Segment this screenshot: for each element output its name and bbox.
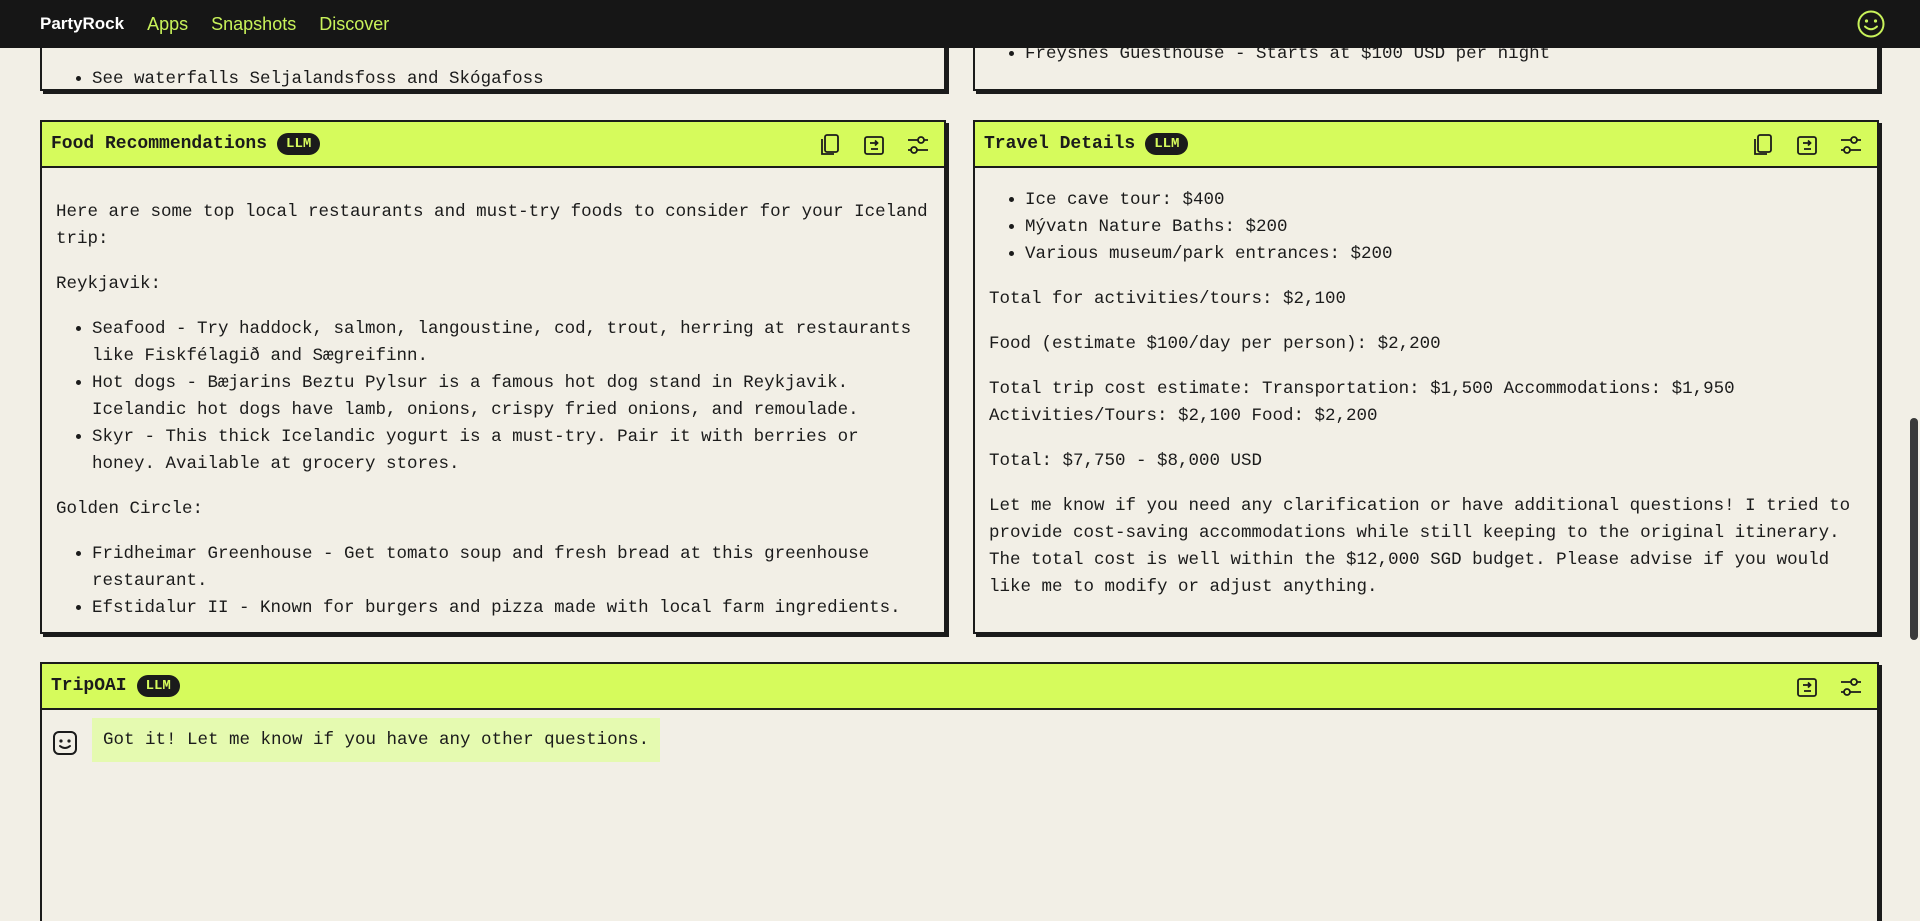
- scrollbar-thumb[interactable]: [1910, 418, 1918, 640]
- llm-badge: LLM: [136, 675, 180, 697]
- copy-icon[interactable]: [1749, 132, 1777, 158]
- card-actions: [1749, 132, 1865, 158]
- card-title: TripOAI: [51, 676, 127, 696]
- export-icon[interactable]: [1793, 674, 1821, 700]
- card-actions: [1793, 674, 1865, 700]
- food-recommendations-card: Food Recommendations LLM Here are some t…: [40, 120, 946, 634]
- export-icon[interactable]: [1793, 132, 1821, 158]
- card-actions: [816, 132, 932, 158]
- list-item: Hot dogs - Bæjarins Beztu Pylsur is a fa…: [92, 370, 930, 424]
- card-header: TripOAI LLM: [42, 664, 1877, 710]
- card-title: Travel Details: [984, 134, 1136, 154]
- golden-circle-list: Fridheimar Greenhouse - Get tomato soup …: [92, 541, 930, 622]
- chat-bubble: Got it! Let me know if you have any othe…: [92, 718, 661, 762]
- food-estimate-text: Food (estimate $100/day per person): $2,…: [989, 334, 1441, 354]
- list-item: Skyr - This thick Icelandic yogurt is a …: [92, 424, 930, 478]
- activities-list: Ice cave tour: $400 Mývatn Nature Baths:…: [1025, 187, 1863, 268]
- copy-icon[interactable]: [816, 132, 844, 158]
- total-text: Total: $7,750 - $8,000 USD: [989, 451, 1263, 471]
- list-item: Seafood - Try haddock, salmon, langousti…: [92, 316, 930, 370]
- chat-message-row: Got it! Let me know if you have any othe…: [42, 710, 1877, 770]
- card-header: Food Recommendations LLM: [42, 122, 944, 168]
- total-activities-text: Total for activities/tours: $2,100: [989, 289, 1347, 309]
- list-item: Fridheimar Greenhouse - Get tomato soup …: [92, 541, 930, 595]
- bot-avatar-icon: [52, 730, 78, 756]
- total-estimate-text: Total trip cost estimate: Transportation…: [989, 379, 1735, 426]
- travel-details-card: Travel Details LLM Ice cave tour: $400 M…: [973, 120, 1879, 634]
- page-scrollbar[interactable]: [1908, 48, 1920, 921]
- card-title: Food Recommendations: [51, 134, 268, 154]
- nav-link-snapshots[interactable]: Snapshots: [211, 14, 296, 35]
- section-heading: Golden Circle:: [56, 499, 204, 519]
- intro-text: Here are some top local restaurants and …: [56, 202, 928, 249]
- sliders-icon[interactable]: [904, 132, 932, 158]
- partyrock-logo[interactable]: PartyRock: [40, 14, 124, 34]
- card-header: Travel Details LLM: [975, 122, 1877, 168]
- nav-link-apps[interactable]: Apps: [147, 14, 188, 35]
- list-item: Efstidalur II - Known for burgers and pi…: [92, 595, 930, 622]
- list-item: See waterfalls Seljalandsfoss and Skógaf…: [92, 66, 930, 89]
- llm-badge: LLM: [1145, 133, 1189, 155]
- closing-text: Let me know if you need any clarificatio…: [989, 496, 1851, 597]
- list-item: Ice cave tour: $400: [1025, 187, 1863, 214]
- reykjavik-list: Seafood - Try haddock, salmon, langousti…: [92, 316, 930, 478]
- nav-link-discover[interactable]: Discover: [319, 14, 389, 35]
- sliders-icon[interactable]: [1837, 674, 1865, 700]
- tripoai-chat-card: TripOAI LLM Got it! Let me know if you h…: [40, 662, 1879, 921]
- sliders-icon[interactable]: [1837, 132, 1865, 158]
- travel-card-body: Ice cave tour: $400 Mývatn Nature Baths:…: [975, 168, 1877, 601]
- profile-smiley-icon[interactable]: [1856, 9, 1886, 39]
- food-card-body: Here are some top local restaurants and …: [42, 168, 944, 622]
- llm-badge: LLM: [277, 133, 321, 155]
- top-nav: PartyRock Apps Snapshots Discover: [0, 0, 1920, 48]
- section-heading: Reykjavik:: [56, 274, 162, 294]
- list-item: Various museum/park entrances: $200: [1025, 241, 1863, 268]
- list-item: Mývatn Nature Baths: $200: [1025, 214, 1863, 241]
- export-icon[interactable]: [860, 132, 888, 158]
